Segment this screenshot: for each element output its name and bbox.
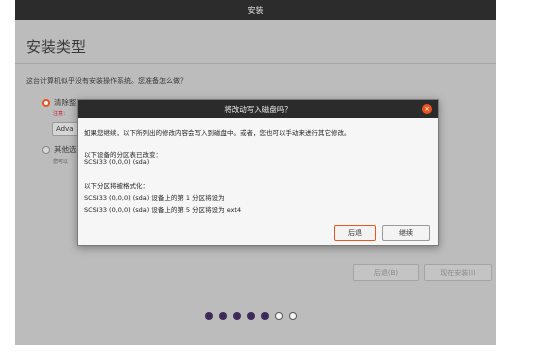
progress-dot (233, 312, 241, 320)
something-else-option[interactable]: 其他选 (42, 144, 77, 155)
back-button[interactable]: 后退(B) (353, 264, 419, 281)
dialog-titlebar: 将改动写入磁盘吗？ × (78, 100, 438, 118)
bottom-margin (0, 345, 536, 353)
progress-dot (247, 312, 255, 320)
close-icon[interactable]: × (422, 104, 432, 114)
write-changes-dialog: 将改动写入磁盘吗？ × 如果您继续，以下所列出的修改内容会写入到磁盘中。或者，您… (77, 99, 439, 246)
window-title: 安装 (247, 5, 264, 15)
header-divider (15, 63, 496, 64)
dialog-intro: 如果您继续，以下所列出的修改内容会写入到磁盘中。或者，您也可以手动来进行其它修改… (84, 129, 351, 137)
progress-dot (261, 312, 269, 320)
progress-dot (205, 312, 213, 320)
format-line-1: SCSI33 (0,0,0) (sda) 设备上的第 1 分区将设为 (84, 194, 225, 202)
format-line-2: SCSI33 (0,0,0) (sda) 设备上的第 5 分区将设为 ext4 (84, 206, 242, 214)
dialog-title: 将改动写入磁盘吗？ (224, 104, 292, 114)
install-now-button[interactable]: 现在安装(I) (424, 264, 492, 281)
progress-dot (219, 312, 227, 320)
erase-disk-option[interactable]: 清除整 (42, 97, 77, 108)
page-title: 安装类型 (26, 38, 87, 56)
window-titlebar: 安装 (15, 0, 496, 20)
install-question: 这台计算机似乎没有安装操作系统。您准备怎么做？ (26, 77, 187, 85)
dialog-back-button[interactable]: 后退 (334, 225, 376, 241)
dialog-continue-button[interactable]: 继续 (382, 225, 430, 241)
something-else-radio[interactable] (42, 145, 50, 154)
erase-disk-radio[interactable] (42, 98, 50, 107)
format-heading: 以下分区将被格式化： (84, 182, 149, 190)
erase-disk-note: 注意： (53, 111, 69, 117)
erase-disk-label: 清除整 (54, 98, 77, 107)
progress-dot (275, 312, 283, 320)
something-else-note: 您可以 (53, 159, 69, 165)
progress-dot (289, 312, 297, 320)
changed-device: SCSI33 (0,0,0) (sda) (84, 158, 150, 166)
progress-dots (205, 312, 297, 320)
something-else-label: 其他选 (54, 145, 77, 154)
